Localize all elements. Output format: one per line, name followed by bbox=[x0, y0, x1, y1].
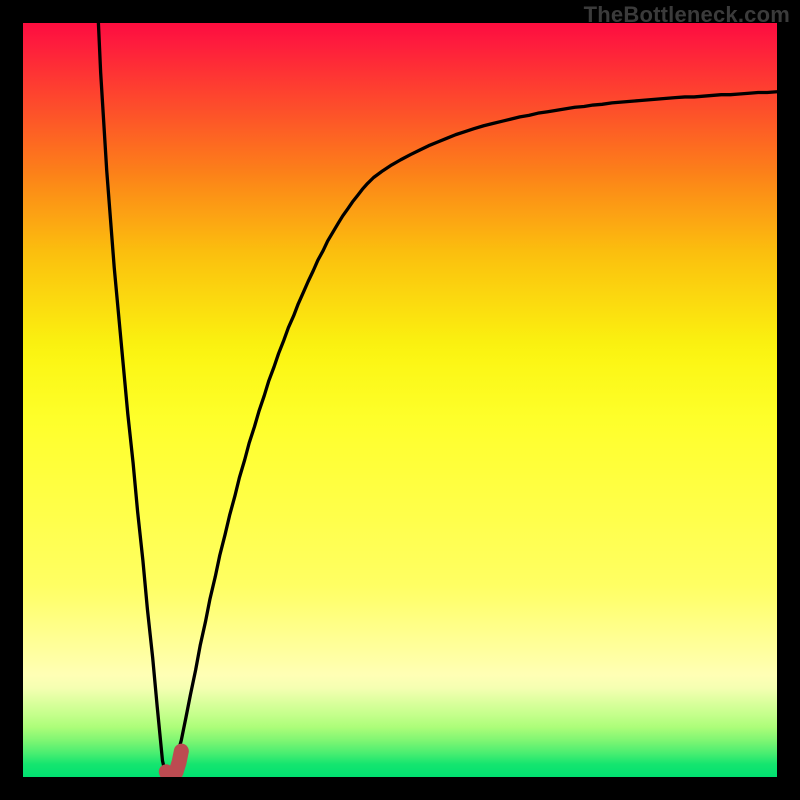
chart-canvas bbox=[23, 23, 777, 777]
chart-frame: TheBottleneck.com bbox=[0, 0, 800, 800]
watermark-text: TheBottleneck.com bbox=[584, 2, 790, 28]
gradient-background bbox=[23, 23, 777, 777]
plot-area bbox=[23, 23, 777, 777]
